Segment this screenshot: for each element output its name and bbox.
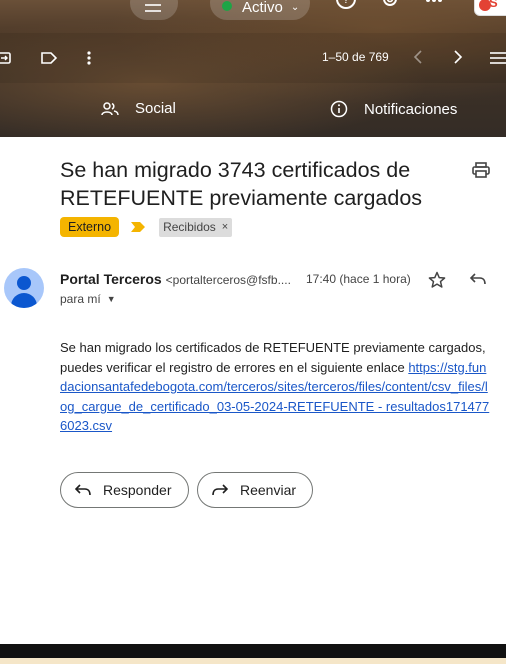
avatar-body xyxy=(11,293,37,308)
tab-social-label: Social xyxy=(135,100,176,117)
sender-line: Portal Terceros <portalterceros@fsfb.... xyxy=(60,271,291,287)
email-labels: Externo Recibidos × xyxy=(60,217,233,237)
print-icon[interactable] xyxy=(472,162,490,178)
recipient-line[interactable]: para mí ▼ xyxy=(60,292,116,306)
pagination-count: 1–50 de 769 xyxy=(322,50,389,64)
inbox-label: Recibidos × xyxy=(159,217,233,237)
avatar-head xyxy=(17,276,31,290)
tab-notificaciones[interactable]: Notificaciones xyxy=(330,100,457,118)
chevron-right-icon[interactable] xyxy=(453,50,463,64)
forward-icon xyxy=(212,484,228,496)
reply-icon[interactable] xyxy=(469,271,487,287)
gear-icon[interactable] xyxy=(379,0,401,12)
category-tabs: Social Notificaciones xyxy=(0,83,506,137)
avatar[interactable] xyxy=(4,268,44,308)
status-label: Activo xyxy=(242,0,283,16)
more-vertical-icon[interactable] xyxy=(85,50,93,66)
tab-social[interactable]: Social xyxy=(101,100,176,117)
bottom-strip xyxy=(0,658,506,664)
email-subject: Se han migrado 3743 certificados de RETE… xyxy=(60,158,423,210)
star-icon[interactable] xyxy=(428,271,446,289)
apps-grid-icon[interactable] xyxy=(425,0,443,12)
reply-button[interactable]: Responder xyxy=(60,472,189,508)
email-timestamp: 17:40 (hace 1 hora) xyxy=(306,272,411,286)
sender-name[interactable]: Portal Terceros xyxy=(60,271,162,287)
label-icon[interactable] xyxy=(40,50,58,66)
inbox-label-text: Recibidos xyxy=(163,219,216,234)
importance-marker-icon[interactable] xyxy=(131,222,146,232)
info-icon xyxy=(330,100,348,118)
top-bar: Activo ⌄ ? S xyxy=(0,0,506,24)
brand-logo-text: S xyxy=(489,0,498,10)
email-body: Se han migrado los certificados de RETEF… xyxy=(60,338,492,436)
split-pane-icon[interactable] xyxy=(490,52,506,64)
forward-button[interactable]: Reenviar xyxy=(197,472,313,508)
details-caret-icon[interactable]: ▼ xyxy=(107,294,116,304)
forward-button-label: Reenviar xyxy=(240,482,297,498)
tab-notificaciones-label: Notificaciones xyxy=(364,100,458,118)
chevron-left-icon[interactable] xyxy=(413,50,423,64)
help-icon[interactable]: ? xyxy=(335,0,357,12)
sender-email: <portalterceros@fsfb.... xyxy=(165,273,291,287)
organization-logo[interactable]: S xyxy=(474,0,506,16)
bottom-edge xyxy=(0,644,506,658)
move-to-icon[interactable] xyxy=(0,50,12,66)
svg-text:?: ? xyxy=(343,0,349,6)
status-selector[interactable]: Activo ⌄ xyxy=(210,0,310,20)
people-icon xyxy=(101,101,119,115)
tune-icon xyxy=(145,4,161,12)
recipient-text: para mí xyxy=(60,292,101,306)
search-options-button[interactable] xyxy=(130,0,178,20)
remove-label-button[interactable]: × xyxy=(222,220,228,235)
mail-header: Activo ⌄ ? S 1–50 de 769 Social Notifica… xyxy=(0,0,506,137)
message-toolbar: 1–50 de 769 xyxy=(0,33,506,83)
external-label: Externo xyxy=(60,217,120,237)
reply-icon xyxy=(75,484,91,496)
active-status-dot xyxy=(222,1,232,11)
reply-button-label: Responder xyxy=(103,482,172,498)
chevron-down-icon: ⌄ xyxy=(290,1,300,13)
